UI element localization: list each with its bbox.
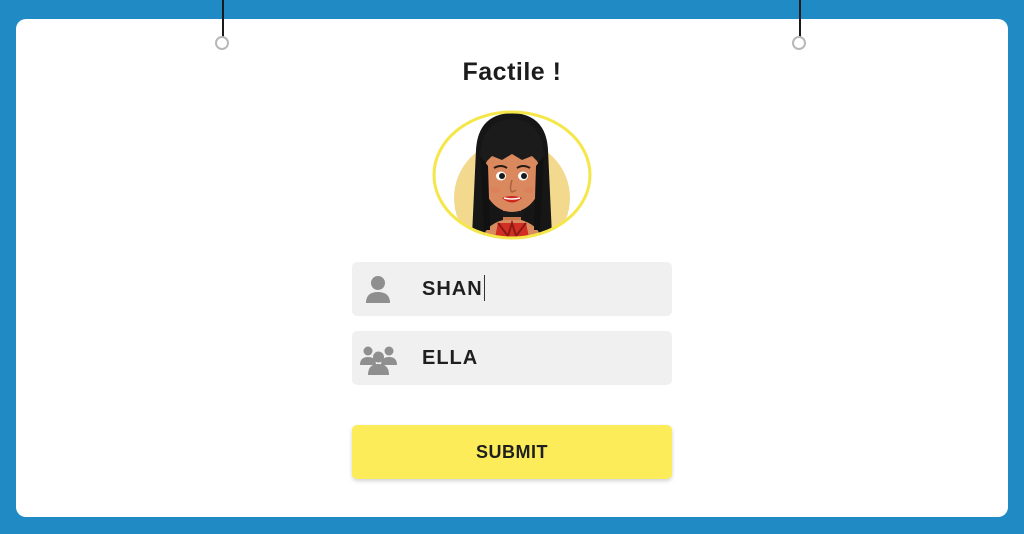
hanger-wire: [222, 0, 224, 38]
team-input[interactable]: ELLA: [422, 331, 478, 385]
text-caret: [483, 274, 485, 301]
left-hanger: [213, 0, 233, 54]
group-icon: [360, 339, 398, 377]
hanger-ring: [215, 36, 229, 50]
person-icon: [360, 270, 398, 308]
hanger-wire: [799, 0, 801, 38]
avatar[interactable]: [432, 110, 592, 240]
team-field[interactable]: ELLA: [352, 331, 672, 385]
right-hanger: [790, 0, 810, 54]
name-value: SHAN: [422, 278, 483, 300]
avatar-image: [432, 110, 592, 240]
name-field[interactable]: SHAN: [352, 262, 672, 316]
page-title: Factile !: [462, 58, 562, 86]
submit-button[interactable]: SUBMIT: [352, 425, 672, 479]
hanger-ring: [792, 36, 806, 50]
name-input[interactable]: SHAN: [422, 262, 485, 316]
